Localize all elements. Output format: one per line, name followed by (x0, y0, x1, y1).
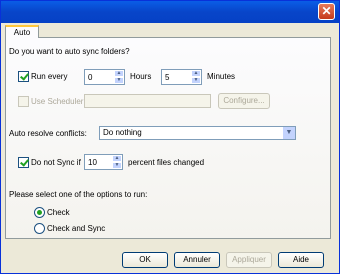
percent-spin-arrows[interactable]: ▲ ▼ (112, 155, 122, 169)
tab-auto-label: Auto (13, 28, 31, 37)
hours-label: Hours (130, 72, 152, 81)
run-every-label[interactable]: Run every (31, 72, 67, 81)
chevron-down-icon[interactable]: ▼ (283, 127, 295, 139)
percent-input[interactable] (85, 155, 113, 169)
minutes-input[interactable] (162, 70, 192, 84)
spin-up-icon[interactable]: ▲ (114, 70, 124, 77)
check-and-sync-radio-label[interactable]: Check and Sync (47, 224, 105, 233)
percent-suffix-label: percent files changed (128, 158, 205, 167)
minutes-spin-arrows[interactable]: ▲ ▼ (191, 70, 201, 84)
spin-down-icon[interactable]: ▼ (112, 162, 122, 169)
use-scheduler-checkbox[interactable] (18, 96, 29, 107)
spin-down-icon[interactable]: ▼ (191, 77, 201, 84)
minutes-label: Minutes (207, 72, 236, 81)
conflicts-label: Auto resolve conflicts: (9, 129, 87, 138)
conflicts-select[interactable]: Do nothing ▼ (99, 126, 296, 140)
do-not-sync-checkbox[interactable] (18, 157, 29, 168)
configure-button[interactable]: Configure... (218, 93, 270, 109)
conflicts-selected-value: Do nothing (103, 128, 142, 137)
close-button[interactable]: ✕ (318, 3, 335, 20)
minutes-spinner[interactable]: ▲ ▼ (161, 69, 202, 85)
check-and-sync-radio[interactable] (34, 223, 45, 234)
spin-up-icon[interactable]: ▲ (191, 70, 201, 77)
run-every-checkbox[interactable] (18, 71, 29, 82)
check-radio-label[interactable]: Check (47, 208, 70, 217)
spin-up-icon[interactable]: ▲ (112, 155, 122, 162)
scheduler-field[interactable] (84, 94, 211, 108)
dialog-window: ✕ Auto Do you want to auto sync folders?… (0, 0, 340, 274)
cancel-button[interactable]: Annuler (174, 252, 220, 268)
title-bar[interactable]: ✕ (1, 1, 339, 23)
check-radio[interactable] (34, 207, 45, 218)
spin-down-icon[interactable]: ▼ (114, 77, 124, 84)
ok-button[interactable]: OK (122, 252, 168, 268)
auto-tab-panel: Do you want to auto sync folders? Run ev… (5, 37, 331, 239)
percent-spinner[interactable]: ▲ ▼ (84, 154, 123, 170)
run-options-prompt: Please select one of the options to run: (9, 190, 148, 199)
hours-spin-arrows[interactable]: ▲ ▼ (114, 70, 124, 84)
hours-spinner[interactable]: ▲ ▼ (84, 69, 125, 85)
hours-input[interactable] (85, 70, 115, 84)
help-button[interactable]: Aide (278, 252, 324, 268)
sync-question-label: Do you want to auto sync folders? (9, 47, 130, 56)
tab-auto[interactable]: Auto (5, 25, 39, 38)
use-scheduler-label[interactable]: Use Scheduler (31, 97, 83, 106)
do-not-sync-label[interactable]: Do not Sync if (31, 158, 81, 167)
apply-button[interactable]: Appliquer (226, 252, 272, 268)
close-icon: ✕ (321, 4, 332, 18)
